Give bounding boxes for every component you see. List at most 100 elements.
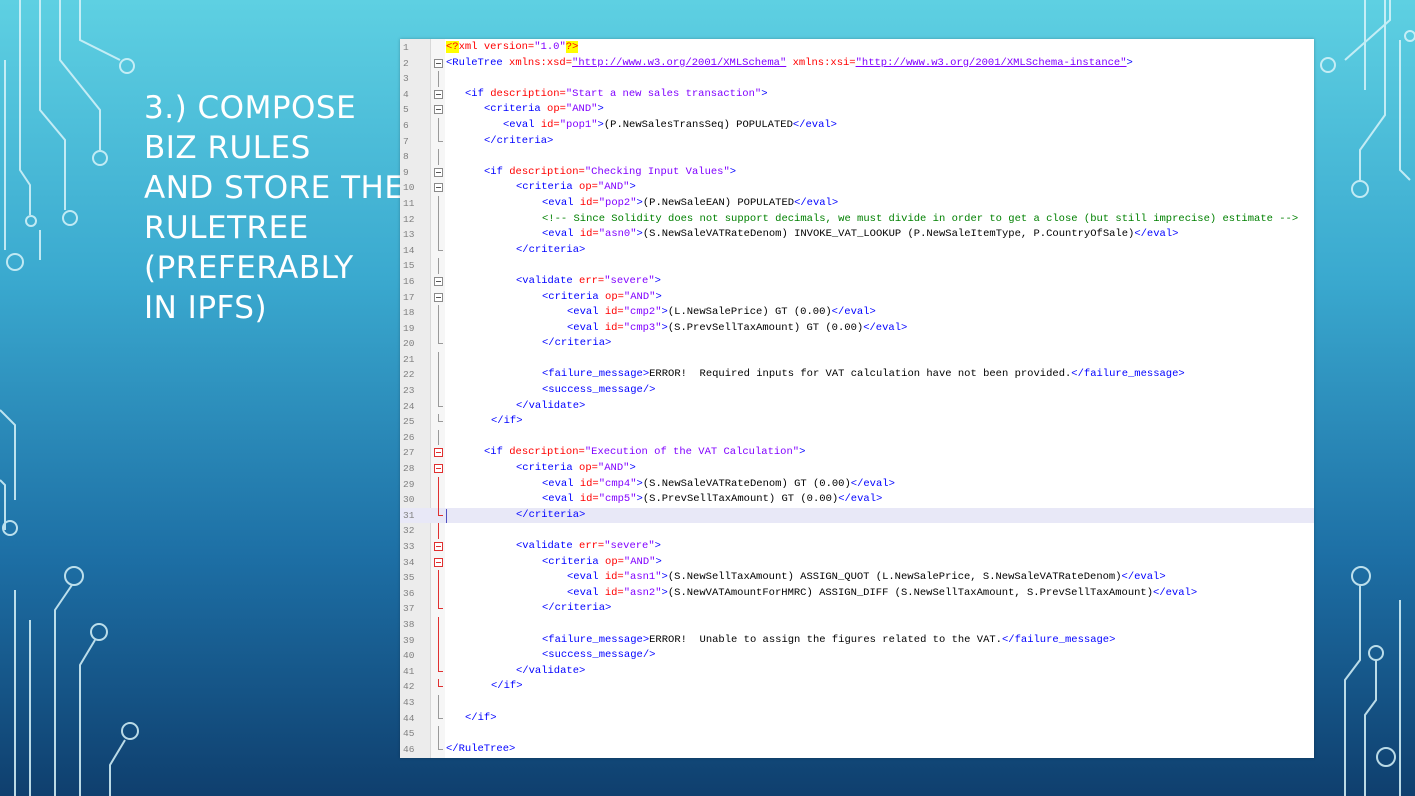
token-attr: op= xyxy=(579,181,598,194)
code-text: <RuleTree xmlns:xsd="http://www.w3.org/2… xyxy=(446,56,1133,72)
fold-guide xyxy=(438,492,439,508)
code-line[interactable]: 23 <success_message/> xyxy=(400,383,1314,399)
code-line[interactable]: 6 <eval id="pop1">(P.NewSalesTransSeq) PO… xyxy=(400,117,1314,134)
code-line[interactable]: 43 xyxy=(400,694,1314,711)
code-line[interactable]: 13 <eval id="asn0">(S.NewSaleVATRateDenom… xyxy=(400,227,1314,243)
code-line[interactable]: 25 </if> xyxy=(400,414,1314,430)
code-line[interactable]: 40 <success_message/> xyxy=(400,648,1314,664)
code-line[interactable]: 9 <if description="Checking Input Values"… xyxy=(400,165,1314,181)
code-line[interactable]: 27 <if description="Execution of the VAT … xyxy=(400,445,1314,461)
code-line[interactable]: 10 <criteria op="AND"> xyxy=(400,180,1314,196)
fold-guide xyxy=(438,679,443,688)
token-tag: > xyxy=(629,181,636,194)
token-tag: <criteria xyxy=(516,462,580,475)
fold-guide xyxy=(438,242,443,251)
code-line[interactable]: 24 </validate> xyxy=(400,398,1314,415)
code-text: <criteria op="AND"> xyxy=(446,555,662,571)
code-line[interactable]: 20 </criteria> xyxy=(400,336,1314,352)
token-txt: (P.NewSaleEAN) POPULATED xyxy=(642,196,795,209)
code-line[interactable]: 30 <eval id="cmp5">(S.PrevSellTaxAmount) … xyxy=(400,492,1314,508)
fold-toggle-icon[interactable] xyxy=(434,89,443,99)
code-line[interactable]: 19 <eval id="cmp3">(S.PrevSellTaxAmount) … xyxy=(400,320,1314,337)
code-line[interactable]: 31 </criteria> xyxy=(400,507,1314,524)
fold-guide xyxy=(438,523,439,539)
token-val: "asn2" xyxy=(623,586,662,599)
code-line[interactable]: 22 <failure_message>ERROR! Required input… xyxy=(400,367,1314,384)
line-number: 20 xyxy=(403,338,415,350)
fold-toggle-icon[interactable] xyxy=(434,464,443,474)
fold-toggle-icon[interactable] xyxy=(434,557,443,567)
token-tag: <eval xyxy=(503,118,541,131)
token-val: "AND" xyxy=(623,555,656,568)
code-line[interactable]: 41 </validate> xyxy=(400,663,1314,680)
line-number: 15 xyxy=(403,260,415,272)
token-tag: </failure_message> xyxy=(1001,633,1116,646)
line-number: 44 xyxy=(403,712,415,724)
code-line[interactable]: 12 <!-- Since Solidity does not support d… xyxy=(400,211,1314,228)
line-number: 9 xyxy=(403,166,409,178)
code-line[interactable]: 28 <criteria op="AND"> xyxy=(400,461,1314,477)
code-line[interactable]: 26 xyxy=(400,429,1314,446)
code-line[interactable]: 8 xyxy=(400,149,1314,165)
fold-toggle-icon[interactable] xyxy=(434,105,443,115)
code-line[interactable]: 39 <failure_message>ERROR! Unable to assi… xyxy=(400,632,1314,649)
code-line[interactable]: 45 xyxy=(400,726,1314,742)
code-line[interactable]: 3 xyxy=(400,71,1314,87)
code-line[interactable]: 33 <validate err="severe"> xyxy=(400,539,1314,555)
line-number: 33 xyxy=(403,541,415,552)
code-line[interactable]: 42 </if> xyxy=(400,679,1314,695)
fold-guide xyxy=(438,570,439,586)
token-attr: id= xyxy=(604,571,624,584)
code-text: <criteria op="AND"> xyxy=(446,180,636,196)
code-line[interactable]: 14 </criteria> xyxy=(400,242,1314,259)
code-text: <!-- Since Solidity does not support dec… xyxy=(446,212,1298,228)
code-line[interactable]: 37 </criteria> xyxy=(400,601,1314,617)
fold-toggle-icon[interactable] xyxy=(434,276,443,286)
code-line[interactable]: 16 <validate err="severe"> xyxy=(400,274,1314,290)
code-text: <eval id="asn2">(S.NewVATAmountForHMRC) … xyxy=(446,586,1197,602)
code-line[interactable]: 18 <eval id="cmp2">(L.NewSalePrice) GT (0… xyxy=(400,305,1314,321)
code-line[interactable]: 34 <criteria op="AND"> xyxy=(400,555,1314,571)
token-val: "Checking Input Values" xyxy=(584,165,730,178)
code-line[interactable]: 5 <criteria op="AND"> xyxy=(400,102,1314,118)
fold-guide xyxy=(438,476,439,493)
line-number: 31 xyxy=(403,509,415,521)
fold-toggle-icon[interactable] xyxy=(434,542,443,551)
code-line[interactable]: 11 <eval id="pop2">(P.NewSaleEAN) POPULAT… xyxy=(400,195,1314,212)
code-line[interactable]: 15 xyxy=(400,258,1314,274)
code-line[interactable]: 2 <RuleTree xmlns:xsd="http://www.w3.org/… xyxy=(400,56,1314,72)
code-line[interactable]: 1 <?xml version="1.0"?> xyxy=(400,40,1314,56)
token-tag: <if xyxy=(484,165,510,178)
token-txt: (S.PrevSellTaxAmount) GT (0.00) xyxy=(667,321,864,334)
code-line[interactable]: 32 xyxy=(400,523,1314,539)
code-line[interactable]: 29 <eval id="cmp4">(S.NewSaleVATRateDenom… xyxy=(400,476,1314,493)
code-line[interactable]: 46 </RuleTree> xyxy=(400,741,1314,758)
code-text: <if description="Checking Input Values"> xyxy=(446,165,736,181)
fold-toggle-icon[interactable] xyxy=(434,58,443,68)
token-txt: (L.NewSalePrice) GT (0.00) xyxy=(667,306,832,319)
line-number: 29 xyxy=(403,478,415,490)
line-number: 22 xyxy=(403,369,415,381)
code-text: <failure_message>ERROR! Required inputs … xyxy=(446,367,1185,383)
token-tag: </criteria> xyxy=(516,243,586,256)
fold-toggle-icon[interactable] xyxy=(434,167,443,177)
code-line[interactable]: 35 <eval id="asn1">(S.NewSellTaxAmount) A… xyxy=(400,570,1314,586)
code-line[interactable]: 38 xyxy=(400,616,1314,633)
code-line[interactable]: 7 </criteria> xyxy=(400,133,1314,150)
line-number: 14 xyxy=(403,244,415,256)
fold-toggle-icon[interactable] xyxy=(434,448,443,458)
fold-guide xyxy=(438,694,439,711)
code-text: </RuleTree> xyxy=(446,742,515,758)
token-attr: err= xyxy=(579,274,605,287)
code-line[interactable]: 44 </if> xyxy=(400,710,1314,727)
token-tag: </RuleTree> xyxy=(446,742,516,755)
code-line[interactable]: 4 <if description="Start a new sales tran… xyxy=(400,87,1314,103)
code-line[interactable]: 21 xyxy=(400,351,1314,368)
token-tag: </criteria> xyxy=(542,602,612,615)
fold-toggle-icon[interactable] xyxy=(434,292,443,302)
code-line[interactable]: 17 <criteria op="AND"> xyxy=(400,290,1314,306)
token-tag: </validate> xyxy=(516,664,586,677)
code-line[interactable]: 36 <eval id="asn2">(S.NewVATAmountForHMRC… xyxy=(400,585,1314,602)
fold-toggle-icon[interactable] xyxy=(434,183,443,193)
code-text: <eval id="pop1">(P.NewSalesTransSeq) POP… xyxy=(446,118,837,134)
